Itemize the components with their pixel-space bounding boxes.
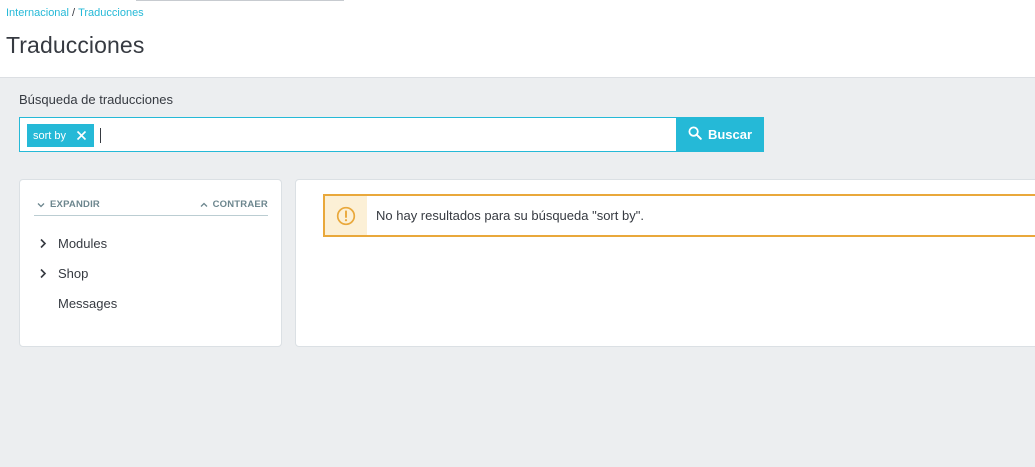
- page-title: Traducciones: [6, 32, 145, 58]
- tree-item-modules[interactable]: Modules: [38, 226, 117, 260]
- chevron-down-icon: [37, 202, 45, 207]
- expand-all-button[interactable]: EXPANDIR: [37, 199, 100, 210]
- breadcrumb: Internacional / Traducciones: [6, 7, 144, 19]
- close-icon[interactable]: [74, 129, 88, 143]
- search-label: Búsqueda de traducciones: [19, 92, 173, 107]
- tree-list: Modules Shop Messages: [38, 230, 117, 320]
- expand-all-label: EXPANDIR: [50, 199, 100, 210]
- chevron-up-icon: [200, 202, 208, 207]
- translation-tree-card: EXPANDIR CONTRAER Modules Shop Messages: [19, 179, 282, 347]
- tree-controls: EXPANDIR CONTRAER: [34, 192, 268, 216]
- search-button[interactable]: Buscar: [676, 117, 764, 152]
- no-results-alert: No hay resultados para su búsqueda "sort…: [323, 194, 1035, 237]
- search-tag: sort by: [27, 124, 95, 147]
- alert-icon-container: [325, 196, 367, 235]
- search-tag-label: sort by: [33, 129, 67, 142]
- tree-item-messages[interactable]: Messages: [38, 286, 117, 320]
- collapse-all-button[interactable]: CONTRAER: [200, 199, 268, 210]
- header-divider: [136, 0, 344, 1]
- page-header: Internacional / Traducciones Traducciones: [0, 0, 1035, 78]
- warning-icon: [336, 206, 356, 225]
- text-caret: [100, 128, 101, 143]
- breadcrumb-parent-link[interactable]: Internacional: [6, 7, 69, 19]
- breadcrumb-current-link[interactable]: Traducciones: [78, 7, 144, 19]
- breadcrumb-separator: /: [72, 7, 76, 19]
- alert-message: No hay resultados para su búsqueda "sort…: [376, 208, 644, 223]
- tree-item-label: Modules: [58, 235, 108, 251]
- chevron-right-icon[interactable]: [39, 267, 47, 282]
- collapse-all-label: CONTRAER: [212, 199, 268, 210]
- search-icon: [688, 126, 702, 143]
- search-button-label: Buscar: [707, 127, 753, 142]
- tree-item-label: Messages: [58, 295, 118, 311]
- chevron-right-icon[interactable]: [39, 237, 47, 252]
- tree-item-shop[interactable]: Shop: [38, 256, 117, 290]
- tree-item-label: Shop: [58, 265, 89, 281]
- search-results-card: No hay resultados para su búsqueda "sort…: [295, 179, 1035, 347]
- search-input[interactable]: sort by: [19, 117, 677, 152]
